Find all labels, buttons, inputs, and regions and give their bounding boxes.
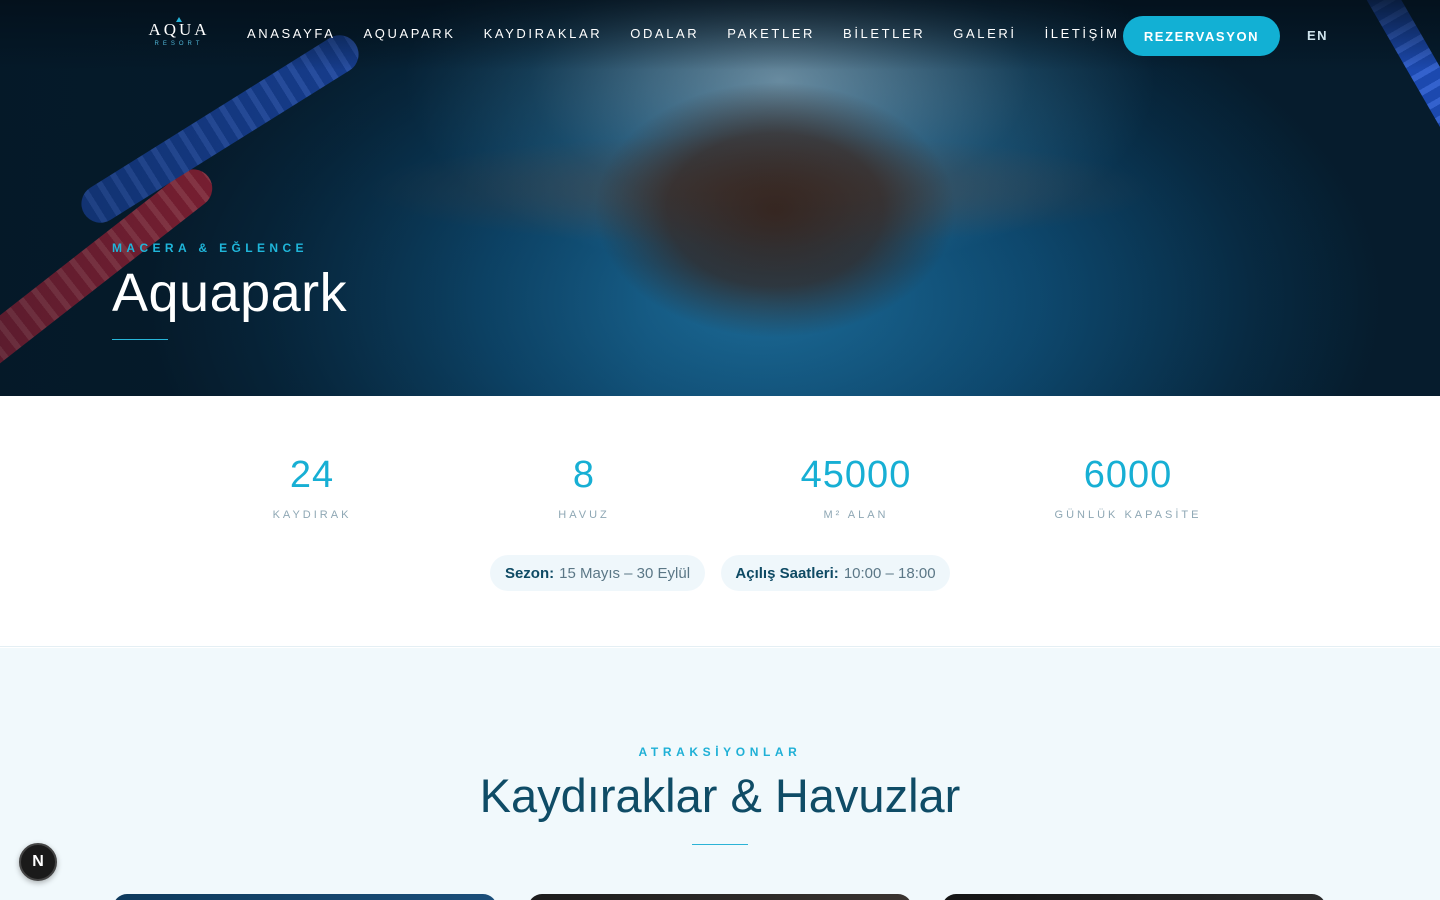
stat-value: 8: [572, 454, 596, 496]
page-title: Aquapark: [112, 263, 348, 323]
stat-value: 45000: [800, 454, 912, 496]
stat-capacity: 6000 GÜNLÜK KAPASİTE: [1008, 454, 1248, 521]
brand-name: AQUA: [148, 20, 210, 39]
stat-label: M² ALAN: [823, 509, 889, 521]
nav-item-iletisim[interactable]: İLETİŞİM: [1045, 26, 1120, 41]
section-title: Kaydıraklar & Havuzlar: [479, 769, 961, 822]
stat-label: GÜNLÜK KAPASİTE: [1054, 509, 1202, 521]
nav-item-kaydiraklar[interactable]: KAYDIRAKLAR: [484, 26, 603, 41]
nav-item-biletler[interactable]: BİLETLER: [843, 26, 925, 41]
nav-item-odalar[interactable]: ODALAR: [630, 26, 699, 41]
framework-badge-icon[interactable]: N: [19, 843, 57, 881]
section-divider: [692, 844, 748, 845]
main-nav: ANASAYFA AQUAPARK KAYDIRAKLAR ODALAR PAK…: [247, 26, 1120, 41]
stats-section: 24 KAYDIRAK 8 HAVUZ 45000 M² ALAN 6000 G…: [0, 396, 1440, 647]
nav-item-galeri[interactable]: GALERİ: [953, 26, 1016, 41]
brand-logo[interactable]: AQUA RESORT: [140, 17, 218, 47]
hours-label: Açılış Saatleri:: [735, 564, 839, 582]
stat-pools: 8 HAVUZ: [464, 454, 704, 521]
attraction-card[interactable]: [942, 894, 1326, 900]
season-value: 15 Mayıs – 30 Eylül: [559, 564, 691, 582]
attraction-card[interactable]: [113, 894, 497, 900]
language-switch[interactable]: EN: [1307, 28, 1328, 43]
reservation-button[interactable]: REZERVASYON: [1123, 16, 1280, 56]
season-label: Sezon:: [504, 564, 555, 582]
stat-value: 6000: [1083, 454, 1173, 496]
stat-value: 24: [289, 454, 335, 496]
stat-label: HAVUZ: [558, 509, 610, 521]
hours-value: 10:00 – 18:00: [843, 564, 936, 582]
hero-banner: AQUA RESORT ANASAYFA AQUAPARK KAYDIRAKLA…: [0, 0, 1440, 396]
stat-label: KAYDIRAK: [272, 509, 352, 521]
attraction-card[interactable]: [528, 894, 912, 900]
stat-area: 45000 M² ALAN: [736, 454, 976, 521]
season-pill: Sezon: 15 Mayıs – 30 Eylül: [490, 555, 705, 591]
stat-slides: 24 KAYDIRAK: [192, 454, 432, 521]
attractions-section: ATRAKSİYONLAR Kaydıraklar & Havuzlar: [0, 648, 1440, 900]
nav-item-anasayfa[interactable]: ANASAYFA: [247, 26, 335, 41]
nav-item-aquapark[interactable]: AQUAPARK: [363, 26, 455, 41]
section-kicker: ATRAKSİYONLAR: [638, 745, 802, 759]
hero-kicker: MACERA & EĞLENCE: [112, 241, 308, 255]
hours-pill: Açılış Saatleri: 10:00 – 18:00: [721, 555, 950, 591]
hero-divider: [112, 339, 168, 340]
logo-triangle-icon: [176, 17, 182, 22]
brand-subtitle: RESORT: [154, 41, 204, 47]
nav-item-paketler[interactable]: PAKETLER: [727, 26, 815, 41]
